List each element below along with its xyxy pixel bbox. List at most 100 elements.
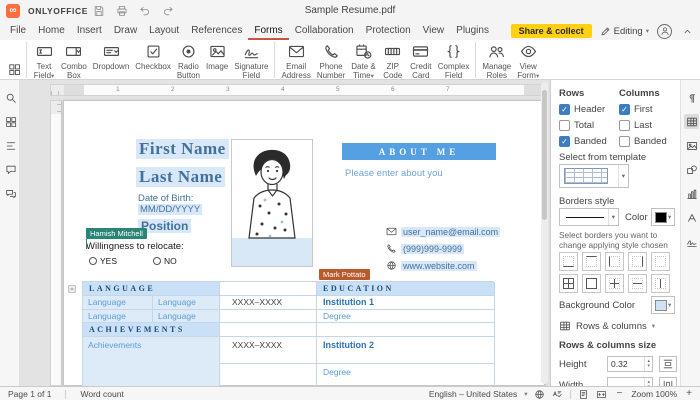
table-cell-education-header[interactable]: EDUCATION <box>317 282 495 296</box>
user-avatar[interactable] <box>657 24 672 39</box>
print-button[interactable] <box>115 4 129 18</box>
checkbox-first-column[interactable]: ✓ First <box>619 104 652 115</box>
template-dropdown[interactable]: ▾ <box>559 164 629 188</box>
chat-button[interactable] <box>3 186 18 201</box>
checkbox-icon[interactable] <box>619 120 630 131</box>
comments-button[interactable] <box>3 162 18 177</box>
table-cell[interactable] <box>220 282 317 296</box>
dropdown-button[interactable]: Dropdown <box>90 42 132 80</box>
zoom-out-button[interactable]: − <box>614 389 624 399</box>
search-button[interactable] <box>3 90 18 105</box>
border-left-button[interactable] <box>605 252 624 271</box>
textart-settings-button[interactable] <box>684 210 699 225</box>
border-style-dropdown[interactable]: ▾ <box>559 208 619 226</box>
checkbox-total-row[interactable]: Total <box>559 120 594 131</box>
manage-roles-button[interactable]: Manage Roles <box>479 42 514 80</box>
vertical-scrollbar[interactable] <box>541 82 548 384</box>
tab-protection[interactable]: Protection <box>360 22 417 40</box>
border-inner-vertical-button[interactable] <box>651 274 670 293</box>
border-outer-button[interactable] <box>582 274 601 293</box>
paragraph-settings-button[interactable] <box>684 90 699 105</box>
distribute-columns-button[interactable] <box>659 377 677 386</box>
email-field[interactable]: user_name@email.com <box>401 227 500 237</box>
spin-down-icon[interactable]: ▾ <box>647 364 650 369</box>
phone-number-button[interactable]: Phone Number <box>314 42 348 80</box>
horizontal-ruler[interactable]: 1 2 3 4 5 6 7 <box>50 84 545 96</box>
table-cell[interactable] <box>317 323 495 337</box>
contact-email-row[interactable]: user_name@email.com <box>386 226 500 237</box>
tab-plugins[interactable]: Plugins <box>450 22 495 40</box>
border-none-button[interactable] <box>651 252 670 271</box>
rows-columns-menu[interactable]: Rows & columns ▾ <box>559 320 655 332</box>
zip-code-button[interactable]: ZIP Code <box>379 42 407 80</box>
table-cell-language[interactable]: Language <box>83 310 153 323</box>
share-collect-button[interactable]: Share & collect <box>511 24 592 38</box>
width-spinner[interactable]: ▴ ▾ <box>607 377 653 386</box>
date-time-button[interactable]: Date & Time▾ <box>348 42 378 80</box>
table-settings-button[interactable] <box>684 114 699 129</box>
scrollbar-thumb[interactable] <box>542 90 547 220</box>
save-button[interactable] <box>92 4 106 18</box>
tab-forms[interactable]: Forms <box>248 22 288 40</box>
table-cell-language[interactable]: Language <box>153 296 220 310</box>
relocate-label[interactable]: Willingness to relocate: <box>86 241 184 252</box>
checkbox-icon[interactable]: ✓ <box>619 104 630 115</box>
chart-settings-button[interactable] <box>684 186 699 201</box>
table-cell-language[interactable]: Language <box>83 296 153 310</box>
table-cell[interactable] <box>220 310 317 323</box>
radio-no[interactable]: NO <box>153 256 177 266</box>
contact-website-row[interactable]: www.website.com <box>386 260 477 271</box>
dob-field[interactable]: MM/DD/YYYY <box>138 204 202 215</box>
table-cell-degree[interactable]: Degree <box>317 364 495 386</box>
checkbox-banded-rows[interactable]: ✓ Banded <box>559 136 607 147</box>
border-bottom-button[interactable] <box>559 252 578 271</box>
border-inner-button[interactable] <box>605 274 624 293</box>
navigation-button[interactable] <box>3 138 18 153</box>
phone-field[interactable]: (999)999-9999 <box>401 244 464 254</box>
text-field-button[interactable]: Text Field▾ <box>30 42 58 80</box>
table-cell-institution2[interactable]: Institution 2 <box>317 337 495 364</box>
dob-label[interactable]: Date of Birth: <box>138 193 193 204</box>
vertical-ruler[interactable] <box>50 100 62 386</box>
table-cell-achievements[interactable]: Achievements <box>83 337 220 386</box>
tab-draw[interactable]: Draw <box>108 22 143 40</box>
editing-mode-dropdown[interactable]: Editing ▾ <box>600 26 649 37</box>
spinner-arrows[interactable]: ▴ ▾ <box>644 357 652 371</box>
border-right-button[interactable] <box>628 252 647 271</box>
table-cell-language-header[interactable]: LANGUAGE <box>83 282 220 296</box>
email-address-button[interactable]: Email Address <box>278 42 313 80</box>
resume-table[interactable]: LANGUAGE EDUCATION Language Language XXX… <box>82 281 494 386</box>
image-settings-button[interactable] <box>684 138 699 153</box>
tab-home[interactable]: Home <box>32 22 71 40</box>
profile-photo[interactable] <box>231 139 313 267</box>
first-name-field[interactable]: First Name <box>136 139 229 159</box>
signature-field-button[interactable]: Signature Field <box>231 42 271 80</box>
paste-button[interactable] <box>7 44 21 58</box>
checkbox-button[interactable]: Checkbox <box>132 42 174 80</box>
shape-settings-button[interactable] <box>684 162 699 177</box>
checkbox-icon[interactable] <box>619 136 630 147</box>
table-handle-plus-icon[interactable] <box>67 284 77 294</box>
table-cell[interactable] <box>220 323 317 337</box>
border-inner-horizontal-button[interactable] <box>628 274 647 293</box>
redo-button[interactable] <box>161 4 175 18</box>
background-color-picker[interactable]: ▾ <box>651 296 675 314</box>
credit-card-button[interactable]: Credit Card <box>407 42 435 80</box>
border-all-button[interactable] <box>559 274 578 293</box>
distribute-rows-button[interactable] <box>659 356 677 372</box>
table-cell[interactable] <box>220 364 317 386</box>
checkbox-icon[interactable]: ✓ <box>559 136 570 147</box>
zoom-in-button[interactable]: + <box>684 389 694 399</box>
border-top-button[interactable] <box>582 252 601 271</box>
tab-file[interactable]: File <box>4 22 32 40</box>
table-cell-institution1[interactable]: Institution 1 <box>317 296 495 310</box>
height-spinner[interactable]: 0.32 ▴ ▾ <box>607 356 653 372</box>
view-form-button[interactable]: View Form▾ <box>514 42 542 80</box>
table-cell-period[interactable]: XXXX–XXXX <box>220 296 317 310</box>
website-field[interactable]: www.website.com <box>401 261 477 271</box>
checkbox-last-column[interactable]: Last <box>619 120 652 131</box>
about-me-header[interactable]: ABOUT ME <box>342 143 496 160</box>
copy-button[interactable] <box>7 62 21 76</box>
border-color-picker[interactable]: ▾ <box>651 208 675 226</box>
radio-circle-icon[interactable] <box>89 257 97 265</box>
